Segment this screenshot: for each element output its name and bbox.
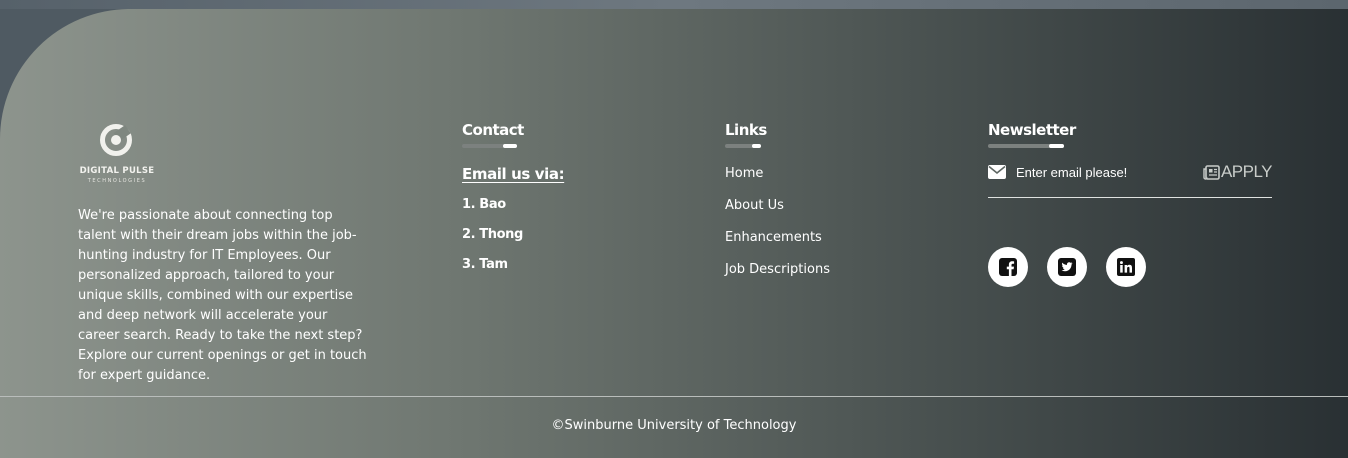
- contact-title: Contact: [462, 121, 524, 139]
- contact-person[interactable]: 3. Tam: [462, 257, 523, 287]
- twitter-icon: [1058, 258, 1076, 276]
- contact-person[interactable]: 1. Bao: [462, 197, 523, 227]
- newsletter-column: Newsletter APPLY: [988, 121, 1273, 287]
- newspaper-icon: [1203, 164, 1220, 180]
- copyright-text: ©Swinburne University of Technology: [551, 418, 797, 433]
- footer-links: Home About Us Enhancements Job Descripti…: [725, 166, 830, 294]
- apply-button[interactable]: APPLY: [1203, 161, 1273, 183]
- links-column: Links Home About Us Enhancements Job Des…: [725, 121, 925, 277]
- twitter-button[interactable]: [1047, 247, 1087, 287]
- facebook-icon: [999, 258, 1017, 276]
- top-strip: [0, 0, 1348, 9]
- brand-tagline: TECHNOLOGIES: [87, 178, 147, 184]
- contact-list: 1. Bao 2. Thong 3. Tam: [462, 197, 523, 287]
- newsletter-email-input[interactable]: [1016, 163, 1196, 181]
- newsletter-form: APPLY: [988, 161, 1273, 198]
- contact-title-underline: [462, 144, 517, 148]
- email-us-link[interactable]: Email us via:: [462, 165, 565, 183]
- newsletter-title: Newsletter: [988, 121, 1076, 139]
- footer-link-job-descriptions[interactable]: Job Descriptions: [725, 262, 830, 294]
- envelope-icon: [988, 165, 1006, 179]
- site-footer: DIGITAL PULSE TECHNOLOGIES We're passion…: [0, 9, 1348, 458]
- linkedin-button[interactable]: [1106, 247, 1146, 287]
- apply-button-label: APPLY: [1220, 162, 1273, 181]
- about-text: We're passionate about connecting top ta…: [78, 208, 367, 383]
- contact-person[interactable]: 2. Thong: [462, 227, 523, 257]
- facebook-button[interactable]: [988, 247, 1028, 287]
- footer-link-enhancements[interactable]: Enhancements: [725, 230, 830, 262]
- footer-link-home[interactable]: Home: [725, 166, 830, 198]
- contact-column: Contact Email us via: 1. Bao 2. Thong 3.…: [462, 121, 662, 272]
- brand-name: DIGITAL PULSE: [79, 166, 155, 176]
- linkedin-icon: [1117, 258, 1135, 276]
- links-title: Links: [725, 121, 767, 139]
- footer-link-about-us[interactable]: About Us: [725, 198, 830, 230]
- social-links: [988, 247, 1146, 287]
- brand-logo[interactable]: DIGITAL PULSE TECHNOLOGIES: [78, 124, 156, 186]
- footer-divider: [0, 396, 1348, 397]
- newsletter-title-underline: [988, 144, 1064, 148]
- links-title-underline: [725, 144, 761, 148]
- pulse-logo-icon: [100, 124, 132, 156]
